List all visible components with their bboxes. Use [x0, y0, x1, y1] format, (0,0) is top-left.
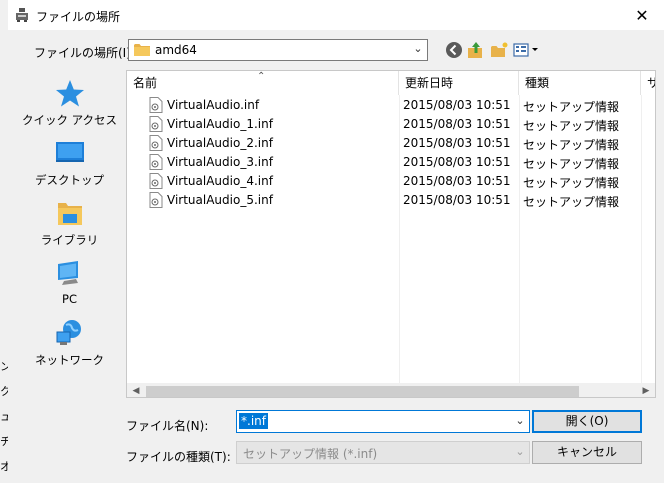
location-dropdown[interactable]: amd64 ⌄ [128, 39, 428, 61]
file-row[interactable]: VirtualAudio_1.inf 2015/08/03 10:51 セットア… [127, 115, 647, 134]
horizontal-scrollbar[interactable]: ◀ ▶ [127, 383, 655, 397]
inf-file-icon [149, 192, 163, 208]
file-row[interactable]: VirtualAudio_3.inf 2015/08/03 10:51 セットア… [127, 153, 647, 172]
column-header-name[interactable]: 名前 [127, 71, 399, 95]
filename-label: ファイル名(N): [126, 419, 209, 433]
inf-file-icon [149, 97, 163, 113]
places-bar: クイック アクセス デスクトップ ライブラリ PC ネットワーク [18, 70, 121, 398]
filetype-select[interactable]: セットアップ情報 (*.inf) ⌄ [236, 441, 530, 464]
place-label: PC [62, 292, 77, 306]
window-title: ファイルの場所 [36, 10, 121, 24]
background-text: ン [0, 360, 8, 373]
cancel-button[interactable]: キャンセル [532, 441, 642, 464]
place-label: ネットワーク [35, 353, 104, 367]
file-type: セットアップ情報 [523, 119, 620, 133]
close-button[interactable]: ✕ [620, 0, 664, 30]
filename-input[interactable]: *.inf ⌄ [236, 410, 530, 433]
file-name: VirtualAudio_1.inf [167, 117, 273, 131]
background-text: ュ [0, 410, 8, 423]
column-header-type[interactable]: 種類 [519, 71, 641, 95]
view-menu-icon[interactable] [512, 40, 540, 60]
inf-file-icon [149, 154, 163, 170]
scroll-right-icon[interactable]: ▶ [639, 385, 653, 397]
library-icon [54, 198, 86, 228]
place-desktop[interactable]: デスクトップ [18, 136, 121, 194]
close-icon: ✕ [635, 5, 649, 25]
chevron-down-icon[interactable]: ⌄ [411, 42, 425, 58]
app-icon [14, 7, 30, 23]
desktop-icon [54, 138, 86, 168]
location-value: amd64 [155, 43, 197, 57]
folder-icon [134, 43, 150, 56]
filename-value[interactable]: *.inf [239, 413, 268, 429]
file-date: 2015/08/03 10:51 [403, 193, 511, 207]
file-name: VirtualAudio_3.inf [167, 155, 273, 169]
pc-icon [54, 258, 86, 288]
scrollbar-thumb[interactable] [146, 386, 579, 397]
background-text: ク [0, 385, 8, 398]
back-icon[interactable] [444, 40, 464, 60]
filetype-value: セットアップ情報 (*.inf) [243, 447, 378, 461]
column-header-label: 更新日時 [405, 76, 454, 90]
place-label: クイック アクセス [21, 113, 118, 127]
file-row[interactable]: VirtualAudio_2.inf 2015/08/03 10:51 セットア… [127, 134, 647, 153]
file-name: VirtualAudio_4.inf [167, 174, 273, 188]
inf-file-icon [149, 135, 163, 151]
quick-access-star-icon [54, 78, 86, 108]
column-header-date[interactable]: 更新日時 [399, 71, 519, 95]
file-date: 2015/08/03 10:51 [403, 155, 511, 169]
column-header-size[interactable]: サ [641, 71, 655, 95]
background-text: オ [0, 460, 8, 473]
place-label: デスクトップ [35, 173, 104, 187]
place-pc[interactable]: PC [18, 256, 121, 314]
up-folder-icon[interactable] [466, 40, 486, 60]
new-folder-icon[interactable] [489, 40, 509, 60]
file-name: VirtualAudio_2.inf [167, 136, 273, 150]
network-icon [54, 318, 86, 348]
file-type: セットアップ情報 [523, 176, 620, 190]
file-name: VirtualAudio_5.inf [167, 193, 273, 207]
file-type: セットアップ情報 [523, 195, 620, 209]
file-type: セットアップ情報 [523, 138, 620, 152]
open-button[interactable]: 開く(O) [532, 410, 642, 433]
file-type: セットアップ情報 [523, 100, 620, 114]
file-date: 2015/08/03 10:51 [403, 136, 511, 150]
file-date: 2015/08/03 10:51 [403, 174, 511, 188]
file-row[interactable]: VirtualAudio_4.inf 2015/08/03 10:51 セットア… [127, 172, 647, 191]
file-list[interactable]: ⌃ 名前 更新日時 種類 サ VirtualAudio.inf 2015/08/… [126, 70, 656, 398]
inf-file-icon [149, 173, 163, 189]
place-network[interactable]: ネットワーク [18, 316, 121, 374]
column-header-label: 種類 [525, 76, 550, 90]
place-library[interactable]: ライブラリ [18, 196, 121, 254]
scroll-left-icon[interactable]: ◀ [129, 385, 143, 397]
file-row[interactable]: VirtualAudio.inf 2015/08/03 10:51 セットアップ… [127, 96, 647, 115]
title-bar: ファイルの場所 ✕ [8, 0, 664, 30]
column-header-label: サ [647, 76, 655, 90]
file-date: 2015/08/03 10:51 [403, 98, 511, 112]
file-date: 2015/08/03 10:51 [403, 117, 511, 131]
background-text: チ [0, 435, 8, 448]
file-type: セットアップ情報 [523, 157, 620, 171]
chevron-down-icon[interactable]: ⌄ [513, 414, 527, 427]
place-quick-access[interactable]: クイック アクセス [18, 76, 121, 134]
open-file-dialog: ファイルの場所 ✕ ファイルの場所(I): amd64 ⌄ クイック アクセス … [8, 0, 664, 483]
file-row[interactable]: VirtualAudio_5.inf 2015/08/03 10:51 セットア… [127, 191, 647, 210]
column-header-label: 名前 [133, 76, 158, 90]
place-label: ライブラリ [40, 233, 99, 247]
inf-file-icon [149, 116, 163, 132]
location-label: ファイルの場所(I): [34, 46, 135, 60]
chevron-down-icon[interactable]: ⌄ [513, 445, 527, 458]
file-name: VirtualAudio.inf [167, 98, 260, 112]
filetype-label: ファイルの種類(T): [126, 450, 231, 464]
